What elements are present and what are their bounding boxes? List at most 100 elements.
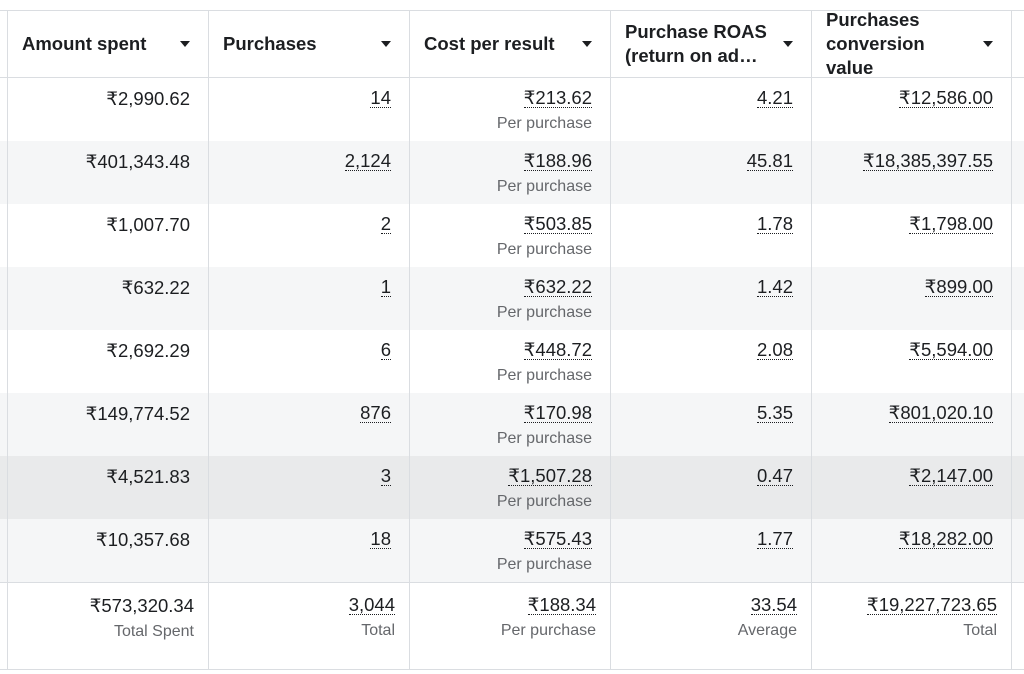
amount-spent-value: ₹10,357.68 [95,529,190,550]
amount-spent-cell: ₹632.22 [8,267,209,330]
conversion-value-value[interactable]: ₹1,798.00 [909,214,993,234]
amount-spent-cell: ₹10,357.68 [8,519,209,582]
amount-spent-cell: ₹4,521.83 [8,456,209,519]
purchases-value[interactable]: 3 [380,466,391,486]
cost-per-result-caption: Per purchase [496,493,592,510]
cost-per-result-value[interactable]: ₹1,507.28 [508,466,592,486]
table-row[interactable]: ₹632.22 1 ₹632.22 Per purchase 1.42 ₹899.00 [0,267,1024,330]
total-cost-per-result-cell: ₹188.34 Per purchase [410,583,611,669]
cost-per-result-value[interactable]: ₹170.98 [523,403,592,423]
cost-per-result-value[interactable]: ₹503.85 [523,214,592,234]
column-header-purchase-roas[interactable]: Purchase ROAS (return on ad… [611,11,812,77]
total-cost-per-result-caption: Per purchase [500,622,596,639]
column-header-label: Amount spent [22,33,147,54]
purchase-roas-value[interactable]: 4.21 [756,88,793,108]
caret-down-icon[interactable] [180,41,190,47]
cost-per-result-caption: Per purchase [496,556,592,573]
conversion-value-value[interactable]: ₹18,282.00 [898,529,993,549]
conversion-value-value[interactable]: ₹899.00 [924,277,993,297]
column-header-label: Purchases [223,33,317,54]
table-row[interactable]: ₹2,692.29 6 ₹448.72 Per purchase 2.08 ₹5,594.… [0,330,1024,393]
cost-per-result-value[interactable]: ₹213.62 [523,88,592,108]
purchase-roas-value[interactable]: 0.47 [756,466,793,486]
total-cost-per-result[interactable]: ₹188.34 [527,595,596,615]
amount-spent-value: ₹2,990.62 [106,88,190,109]
conversion-value-value[interactable]: ₹18,385,397.55 [862,151,993,171]
total-conversion-value-caption: Total [963,622,997,639]
row-spacer-right [1012,393,1024,456]
caret-down-icon[interactable] [381,41,391,47]
purchases-cell: 3 [209,456,410,519]
cost-per-result-value[interactable]: ₹188.96 [523,151,592,171]
amount-spent-value: ₹632.22 [121,277,190,298]
purchases-value[interactable]: 6 [380,340,391,360]
row-spacer-left [0,456,8,519]
conversion-value-value[interactable]: ₹12,586.00 [898,88,993,108]
column-header-purchases[interactable]: Purchases [209,11,410,77]
caret-down-icon[interactable] [582,41,592,47]
caret-down-icon[interactable] [783,41,793,47]
total-purchases[interactable]: 3,044 [348,595,395,615]
conversion-value-cell: ₹2,147.00 [812,456,1012,519]
row-spacer-right [1012,78,1024,141]
purchase-roas-cell: 1.77 [611,519,812,582]
conversion-value-cell: ₹18,385,397.55 [812,141,1012,204]
cost-per-result-cell: ₹188.96 Per purchase [410,141,611,204]
table-row[interactable]: ₹10,357.68 18 ₹575.43 Per purchase 1.77 ₹18,2… [0,519,1024,582]
column-header-cost-per-result[interactable]: Cost per result [410,11,611,77]
purchases-value[interactable]: 18 [370,529,391,549]
purchases-value[interactable]: 1 [380,277,391,297]
totals-spacer-left [0,583,8,669]
cost-per-result-cell: ₹575.43 Per purchase [410,519,611,582]
conversion-value-value[interactable]: ₹801,020.10 [888,403,993,423]
amount-spent-cell: ₹149,774.52 [8,393,209,456]
cost-per-result-value[interactable]: ₹575.43 [523,529,592,549]
row-spacer-left [0,330,8,393]
conversion-value-value[interactable]: ₹5,594.00 [909,340,993,360]
cost-per-result-value[interactable]: ₹632.22 [523,277,592,297]
purchase-roas-value[interactable]: 1.42 [756,277,793,297]
table-row[interactable]: ₹401,343.48 2,124 ₹188.96 Per purchase 45.81… [0,141,1024,204]
amount-spent-value: ₹401,343.48 [85,151,190,172]
purchase-roas-value[interactable]: 2.08 [756,340,793,360]
total-purchases-caption: Total [361,622,395,639]
table-row[interactable]: ₹2,990.62 14 ₹213.62 Per purchase 4.21 ₹12,58… [0,78,1024,141]
purchases-value[interactable]: 876 [360,403,391,423]
total-roas[interactable]: 33.54 [750,595,797,615]
cost-per-result-caption: Per purchase [496,430,592,447]
column-header-amount-spent[interactable]: Amount spent [8,11,209,77]
totals-spacer-right [1012,583,1024,669]
conversion-value-value[interactable]: ₹2,147.00 [909,466,993,486]
purchases-value[interactable]: 2 [380,214,391,234]
row-spacer-right [1012,330,1024,393]
header-spacer-right [1012,11,1024,77]
total-conversion-value-cell: ₹19,227,723.65 Total [812,583,1012,669]
purchase-roas-cell: 1.42 [611,267,812,330]
total-conversion-value[interactable]: ₹19,227,723.65 [866,595,997,615]
conversion-value-cell: ₹1,798.00 [812,204,1012,267]
total-roas-caption: Average [737,622,797,639]
table-row[interactable]: ₹149,774.52 876 ₹170.98 Per purchase 5.35 ₹80… [0,393,1024,456]
conversion-value-cell: ₹18,282.00 [812,519,1012,582]
column-header-conversion-value[interactable]: Purchases conversion value [812,9,1012,78]
column-header-label: Purchase ROAS (return on ad… [625,21,767,66]
caret-down-icon[interactable] [983,41,993,47]
table-row[interactable]: ₹4,521.83 3 ₹1,507.28 Per purchase 0.47 ₹2,14… [0,456,1024,519]
table-row[interactable]: ₹1,007.70 2 ₹503.85 Per purchase 1.78 ₹1,798.… [0,204,1024,267]
purchase-roas-value[interactable]: 45.81 [746,151,793,171]
purchase-roas-cell: 0.47 [611,456,812,519]
cost-per-result-value[interactable]: ₹448.72 [523,340,592,360]
purchase-roas-cell: 2.08 [611,330,812,393]
cost-per-result-cell: ₹448.72 Per purchase [410,330,611,393]
purchase-roas-cell: 4.21 [611,78,812,141]
purchases-cell: 14 [209,78,410,141]
conversion-value-cell: ₹899.00 [812,267,1012,330]
purchases-cell: 18 [209,519,410,582]
purchases-value[interactable]: 14 [370,88,391,108]
purchase-roas-value[interactable]: 1.78 [756,214,793,234]
purchase-roas-value[interactable]: 5.35 [756,403,793,423]
row-spacer-right [1012,456,1024,519]
purchase-roas-value[interactable]: 1.77 [756,529,793,549]
purchases-value[interactable]: 2,124 [344,151,391,171]
total-amount-spent-cell: ₹573,320.34 Total Spent [8,583,209,669]
